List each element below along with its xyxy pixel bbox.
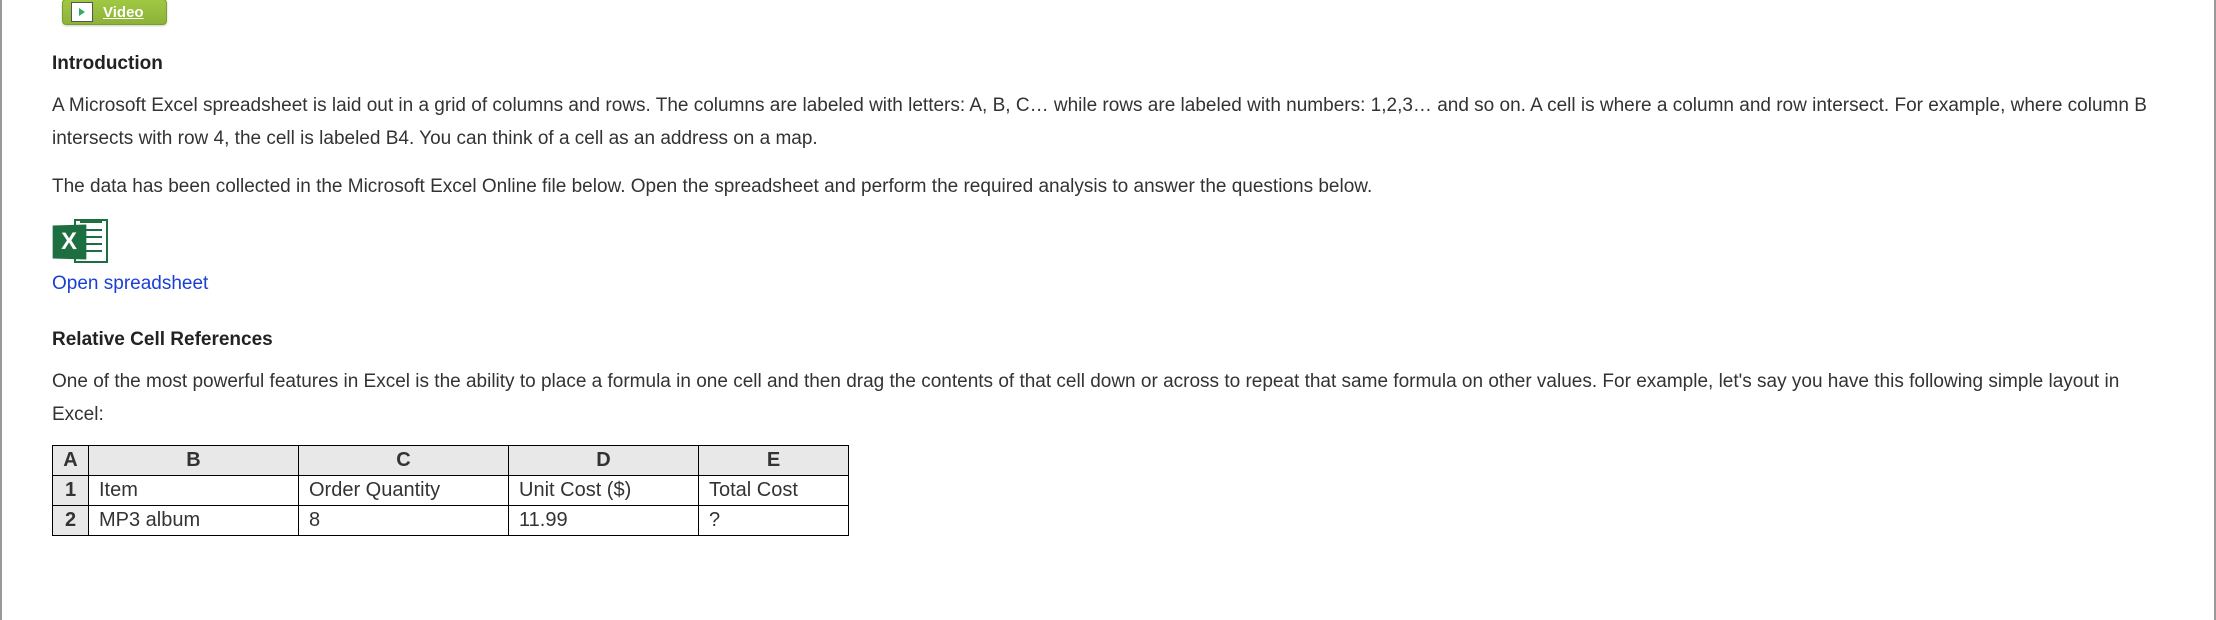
excel-file-icon[interactable]: X xyxy=(52,217,108,267)
excel-sample-table: A B C D E 1 Item Order Quantity Unit Cos… xyxy=(52,445,849,536)
relcell-paragraph-1: One of the most powerful features in Exc… xyxy=(52,365,2164,432)
excel-x-icon: X xyxy=(53,224,87,259)
video-tab-label: Video xyxy=(103,4,144,21)
play-icon xyxy=(71,2,93,22)
row-header: 2 xyxy=(53,506,89,536)
cell: Item xyxy=(89,476,299,506)
col-header-D: D xyxy=(509,446,699,476)
heading-relative-cell-references: Relative Cell References xyxy=(52,329,2164,351)
cell: ? xyxy=(699,506,849,536)
col-header-B: B xyxy=(89,446,299,476)
table-row: 2 MP3 album 8 11.99 ? xyxy=(53,506,849,536)
table-row: 1 Item Order Quantity Unit Cost ($) Tota… xyxy=(53,476,849,506)
video-tab[interactable]: Video xyxy=(62,0,167,25)
intro-paragraph-2: The data has been collected in the Micro… xyxy=(52,170,2164,203)
open-spreadsheet-link[interactable]: Open spreadsheet xyxy=(52,273,208,295)
cell: Unit Cost ($) xyxy=(509,476,699,506)
table-header-row: A B C D E xyxy=(53,446,849,476)
cell: 8 xyxy=(299,506,509,536)
cell: Total Cost xyxy=(699,476,849,506)
cell: Order Quantity xyxy=(299,476,509,506)
col-header-A: A xyxy=(53,446,89,476)
lesson-content: Introduction A Microsoft Excel spreadshe… xyxy=(2,53,2214,556)
row-header: 1 xyxy=(53,476,89,506)
cell: MP3 album xyxy=(89,506,299,536)
col-header-E: E xyxy=(699,446,849,476)
cell: 11.99 xyxy=(509,506,699,536)
intro-paragraph-1: A Microsoft Excel spreadsheet is laid ou… xyxy=(52,89,2164,156)
heading-introduction: Introduction xyxy=(52,53,2164,75)
col-header-C: C xyxy=(299,446,509,476)
